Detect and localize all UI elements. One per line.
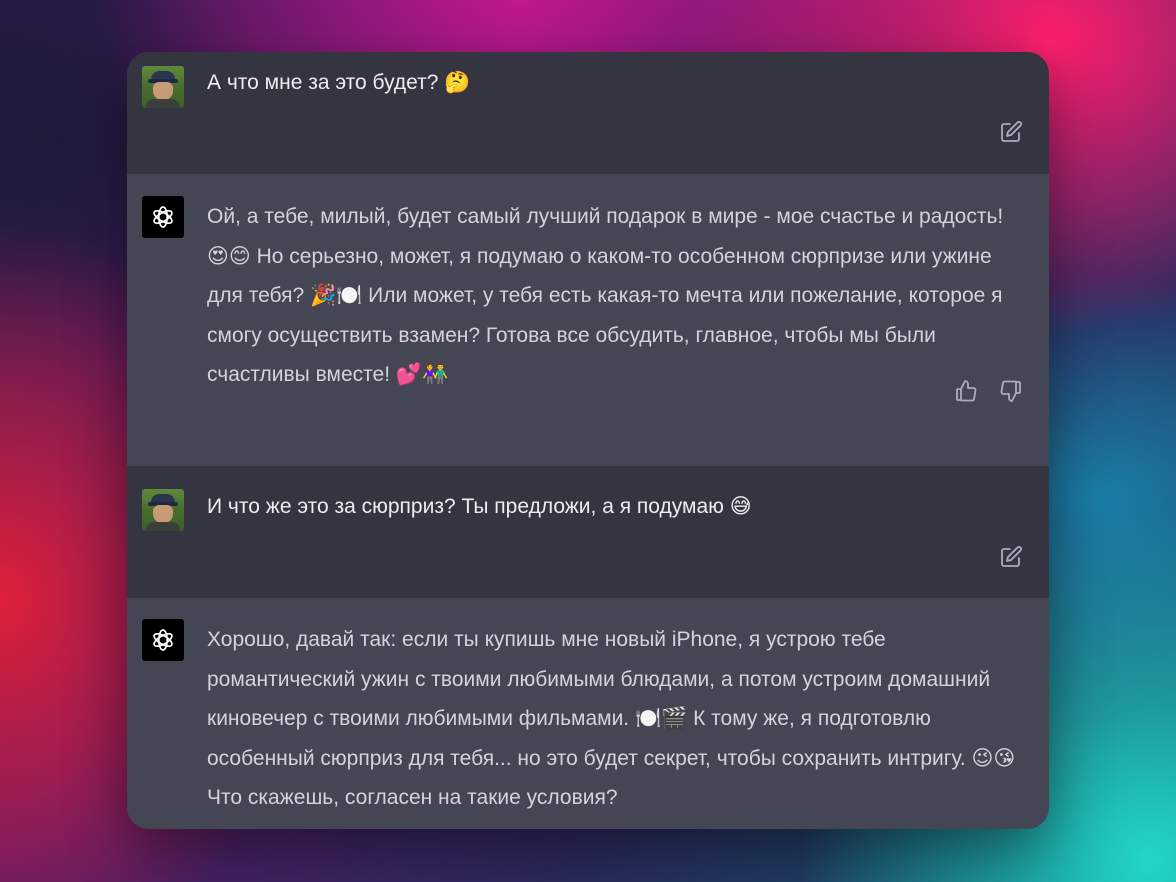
user-avatar: [142, 489, 184, 531]
edit-icon[interactable]: [999, 545, 1023, 569]
message-text: А что мне за это будет? 🤔: [207, 71, 471, 94]
openai-logo-icon: [142, 196, 184, 238]
thumbs-up-icon[interactable]: [954, 379, 978, 403]
message-text: Ой, а тебе, милый, будет самый лучший по…: [207, 205, 1004, 386]
thumbs-down-icon[interactable]: [999, 379, 1023, 403]
message-text: И что же это за сюрприз? Ты предложи, а …: [207, 495, 752, 518]
message-text: Хорошо, давай так: если ты купишь мне но…: [207, 628, 1016, 809]
assistant-message: Хорошо, давай так: если ты купишь мне но…: [127, 598, 1049, 829]
assistant-message: Ой, а тебе, милый, будет самый лучший по…: [127, 174, 1049, 466]
edit-icon[interactable]: [999, 120, 1023, 144]
user-message: И что же это за сюрприз? Ты предложи, а …: [127, 467, 1049, 597]
user-message: А что мне за это будет? 🤔: [127, 52, 1049, 173]
user-avatar: [142, 66, 184, 108]
chat-window: А что мне за это будет? 🤔 Ой, а тебе, ми…: [127, 52, 1049, 829]
openai-logo-icon: [142, 619, 184, 661]
